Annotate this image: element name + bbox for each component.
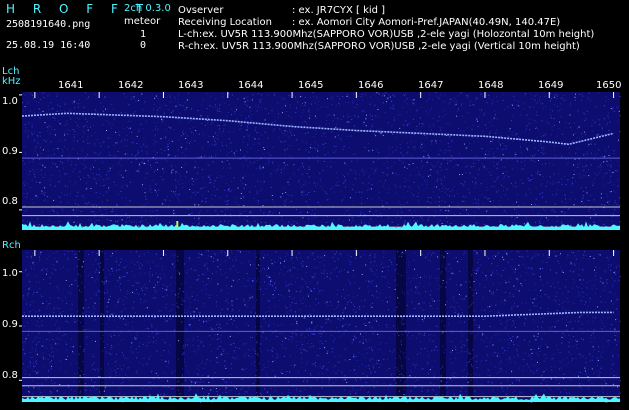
hroft-screen: H R O F F T 2ch 0.3.0 meteor 2508191640.…: [0, 0, 629, 410]
rch-dark-band-2: [176, 250, 184, 402]
rch-dark-band-6: [468, 250, 473, 402]
spectrogram-plot: [19, 92, 621, 403]
rch-dark-band-1: [100, 250, 104, 402]
rch-dark-band-3: [256, 250, 260, 402]
rch-dark-band-4: [396, 250, 406, 402]
rch-dark-band-5: [440, 250, 446, 402]
lch-meteor-blip: [176, 221, 179, 227]
lch-background: [22, 92, 620, 230]
rch-background: [22, 250, 620, 402]
